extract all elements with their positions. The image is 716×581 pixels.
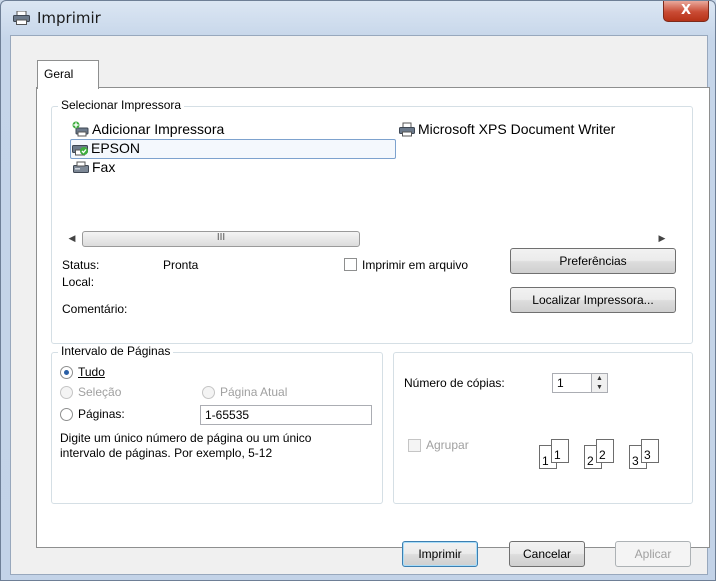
dialog-client-area: Geral Selecionar Impressora Adicionar Im…	[10, 35, 710, 575]
scroll-left-arrow-icon[interactable]: ◀	[64, 230, 80, 247]
printer-name: Adicionar Impressora	[92, 121, 225, 137]
copies-group: Número de cópias: 1 ▲ ▼ Agrupar 1 1 2 2 …	[393, 352, 693, 504]
printer-item-epson[interactable]: EPSON	[70, 139, 396, 159]
collate-page-2-front: 2	[596, 439, 614, 463]
fax-icon	[73, 161, 89, 173]
preferences-button[interactable]: Preferências	[510, 248, 676, 274]
printer-name: EPSON	[91, 140, 141, 156]
status-value: Pronta	[163, 258, 199, 272]
select-printer-group: Selecionar Impressora Adicionar Impresso…	[51, 98, 693, 344]
printer-icon	[13, 11, 30, 25]
collate-page-3-front: 3	[641, 439, 659, 463]
select-printer-legend: Selecionar Impressora	[58, 98, 185, 112]
print-to-file-label[interactable]: Imprimir em arquivo	[362, 258, 468, 272]
scroll-right-arrow-icon[interactable]: ▶	[654, 230, 670, 247]
page-range-pages-label[interactable]: Páginas:	[78, 407, 125, 421]
printer-default-icon	[72, 145, 88, 156]
window-title: Imprimir	[37, 9, 101, 27]
print-button[interactable]: Imprimir	[402, 541, 478, 567]
apply-button[interactable]: Aplicar	[615, 541, 691, 567]
cancel-button[interactable]: Cancelar	[509, 541, 585, 567]
page-range-group: Intervalo de Páginas Tudo Seleção Página…	[51, 344, 383, 504]
page-range-all-radio[interactable]	[60, 366, 73, 379]
close-button[interactable]: X	[663, 1, 709, 22]
pages-input[interactable]: 1-65535	[200, 405, 372, 425]
page-range-selection-label[interactable]: Seleção	[78, 385, 121, 399]
scroll-thumb[interactable]: III	[82, 231, 360, 247]
printer-list-scrollbar[interactable]: ◀ III ▶	[64, 230, 670, 247]
copies-input[interactable]: 1	[552, 373, 592, 393]
tab-panel-geral: Selecionar Impressora Adicionar Impresso…	[36, 87, 710, 548]
printer-icon	[399, 122, 415, 137]
location-label: Local:	[62, 275, 95, 289]
page-range-current-radio[interactable]	[202, 386, 215, 399]
page-range-hint: Digite um único número de página ou um ú…	[60, 431, 312, 460]
printer-item-add[interactable]: Adicionar Impressora	[72, 121, 224, 137]
printer-name: Microsoft XPS Document Writer	[418, 121, 616, 137]
page-range-current-label[interactable]: Página Atual	[220, 385, 287, 399]
printer-list[interactable]: Adicionar Impressora Microsoft XPS Docum…	[66, 119, 666, 241]
comment-label: Comentário:	[62, 302, 128, 316]
page-range-pages-radio[interactable]	[60, 408, 73, 421]
collate-label[interactable]: Agrupar	[426, 438, 469, 452]
add-printer-icon	[72, 121, 89, 137]
printer-item-fax[interactable]: Fax	[72, 159, 115, 175]
printer-item-xps[interactable]: Microsoft XPS Document Writer	[398, 121, 615, 137]
collate-checkbox[interactable]	[408, 439, 421, 452]
collate-page-1-front: 1	[551, 439, 569, 463]
copies-spinner[interactable]: ▲ ▼	[592, 373, 608, 393]
copies-label: Número de cópias:	[404, 376, 505, 390]
find-printer-button[interactable]: Localizar Impressora...	[510, 287, 676, 313]
print-dialog: Imprimir X Geral Selecionar Impressora A…	[0, 0, 716, 581]
page-range-selection-radio[interactable]	[60, 386, 73, 399]
print-to-file-checkbox[interactable]	[344, 258, 357, 271]
title-bar[interactable]: Imprimir X	[1, 1, 715, 35]
tab-geral[interactable]: Geral	[37, 60, 99, 89]
page-range-legend: Intervalo de Páginas	[58, 344, 174, 358]
printer-name: Fax	[92, 159, 116, 175]
status-label: Status:	[62, 258, 100, 272]
spin-up-icon[interactable]: ▲	[592, 374, 607, 383]
page-range-all-label[interactable]: Tudo	[78, 365, 105, 379]
spin-down-icon[interactable]: ▼	[592, 383, 607, 392]
